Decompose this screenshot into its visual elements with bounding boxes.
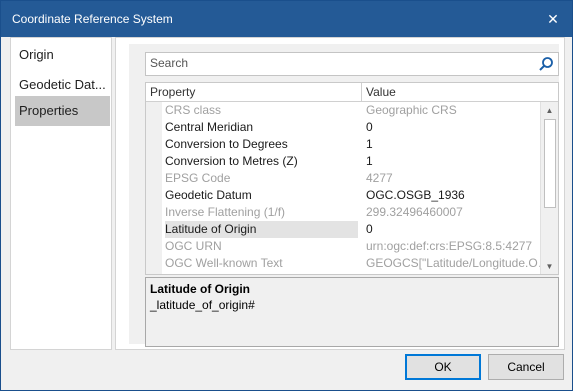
property-name: EPSG Code xyxy=(165,171,231,185)
close-icon[interactable]: ✕ xyxy=(542,7,564,31)
property-name: Geodetic Datum xyxy=(165,188,252,202)
search-input[interactable] xyxy=(146,53,530,73)
table-row[interactable]: EPSG Code 4277 xyxy=(146,170,554,187)
property-grid: Property Value CRS class Geographic CRS Ce… xyxy=(145,82,559,275)
property-name: OGC URN xyxy=(165,239,222,253)
property-value[interactable]: 1 xyxy=(362,153,554,170)
ok-button[interactable]: OK xyxy=(405,354,481,380)
description-text: _latitude_of_origin# xyxy=(150,298,255,312)
nav-item-origin[interactable]: Origin xyxy=(15,40,110,70)
property-value[interactable]: 1 xyxy=(362,136,554,153)
property-name: Latitude of Origin xyxy=(165,221,358,238)
vertical-scrollbar[interactable]: ▲ ▼ xyxy=(540,102,558,274)
window-title: Coordinate Reference System xyxy=(12,12,173,26)
grid-rows: CRS class Geographic CRS Central Meridian 0… xyxy=(146,102,554,272)
search-icon[interactable] xyxy=(538,56,554,72)
search-box xyxy=(145,52,559,76)
sidebar-nav: Origin Geodetic Dat... Properties xyxy=(10,37,112,350)
property-value: GEOGCS["Latitude/Longitude.OGC.... xyxy=(366,256,554,270)
dialog-window: Coordinate Reference System ✕ Origin Geo… xyxy=(0,0,573,391)
properties-panel: Property Value CRS class Geographic CRS Ce… xyxy=(129,44,559,347)
table-row[interactable]: Latitude of Origin 0 xyxy=(146,221,554,238)
grid-header: Property Value xyxy=(146,83,558,102)
table-row[interactable]: Central Meridian 0 xyxy=(146,119,554,136)
property-value: urn:ogc:def:crs:EPSG:8.5:4277 xyxy=(366,239,533,253)
table-row[interactable]: Conversion to Degrees 1 xyxy=(146,136,554,153)
table-row[interactable]: Inverse Flattening (1/f) 299.32496460007 xyxy=(146,204,554,221)
property-value: Geographic CRS xyxy=(366,103,457,117)
property-name: Conversion to Degrees xyxy=(165,137,288,151)
column-header-value[interactable]: Value xyxy=(362,83,546,101)
title-bar: Coordinate Reference System ✕ xyxy=(1,1,572,37)
column-header-property[interactable]: Property xyxy=(146,83,362,101)
scrollbar-thumb[interactable] xyxy=(544,119,556,208)
property-value[interactable]: 0 xyxy=(362,119,554,136)
nav-item-properties[interactable]: Properties xyxy=(15,96,110,126)
content-panel: Property Value CRS class Geographic CRS Ce… xyxy=(115,37,565,350)
property-value[interactable]: OGC.OSGB_1936 xyxy=(362,187,554,204)
property-name: CRS class xyxy=(165,103,222,117)
scroll-down-icon[interactable]: ▼ xyxy=(541,258,558,274)
table-row[interactable]: Geodetic Datum OGC.OSGB_1936 xyxy=(146,187,554,204)
property-name: Inverse Flattening (1/f) xyxy=(165,205,286,219)
property-name: OGC Well-known Text xyxy=(165,256,283,270)
description-title: Latitude of Origin xyxy=(150,282,250,296)
property-name: Central Meridian xyxy=(165,120,254,134)
property-value[interactable]: 0 xyxy=(362,221,554,238)
table-row[interactable]: OGC Well-known Text GEOGCS["Latitude/Long… xyxy=(146,255,554,272)
table-row[interactable]: CRS class Geographic CRS xyxy=(146,102,554,119)
property-value: 4277 xyxy=(366,171,393,185)
scroll-up-icon[interactable]: ▲ xyxy=(541,102,558,118)
cancel-button[interactable]: Cancel xyxy=(488,354,564,380)
table-row[interactable]: Conversion to Metres (Z) 1 xyxy=(146,153,554,170)
property-value: 299.32496460007 xyxy=(366,205,463,219)
property-name: Conversion to Metres (Z) xyxy=(165,154,298,168)
description-panel: Latitude of Origin _latitude_of_origin# xyxy=(145,277,559,347)
table-row[interactable]: OGC URN urn:ogc:def:crs:EPSG:8.5:4277 xyxy=(146,238,554,255)
